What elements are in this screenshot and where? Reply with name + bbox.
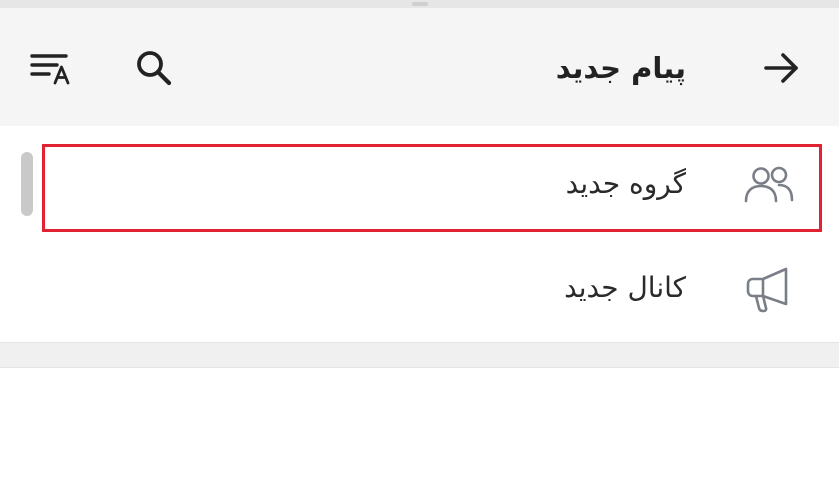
megaphone-icon xyxy=(739,258,799,318)
status-strip xyxy=(0,0,839,8)
new-group-item[interactable]: گروه جدید xyxy=(0,134,839,234)
people-icon xyxy=(739,154,799,214)
new-channel-label: کانال جدید xyxy=(564,271,686,304)
scrollbar-thumb[interactable] xyxy=(21,152,33,216)
top-app-bar: پیام جدید xyxy=(0,8,839,126)
search-button[interactable] xyxy=(126,46,182,90)
back-button[interactable] xyxy=(752,46,812,90)
new-channel-item[interactable]: کانال جدید xyxy=(0,238,839,338)
new-message-options-list: گروه جدید کانال جدید xyxy=(0,126,839,342)
search-icon xyxy=(137,51,172,86)
arrow-right-icon xyxy=(764,53,798,83)
section-divider xyxy=(0,342,839,368)
new-group-label: گروه جدید xyxy=(565,167,686,200)
sort-by-name-icon xyxy=(30,54,70,85)
page-title: پیام جدید xyxy=(555,51,686,85)
sort-button[interactable] xyxy=(20,46,80,90)
status-notch xyxy=(412,2,428,6)
